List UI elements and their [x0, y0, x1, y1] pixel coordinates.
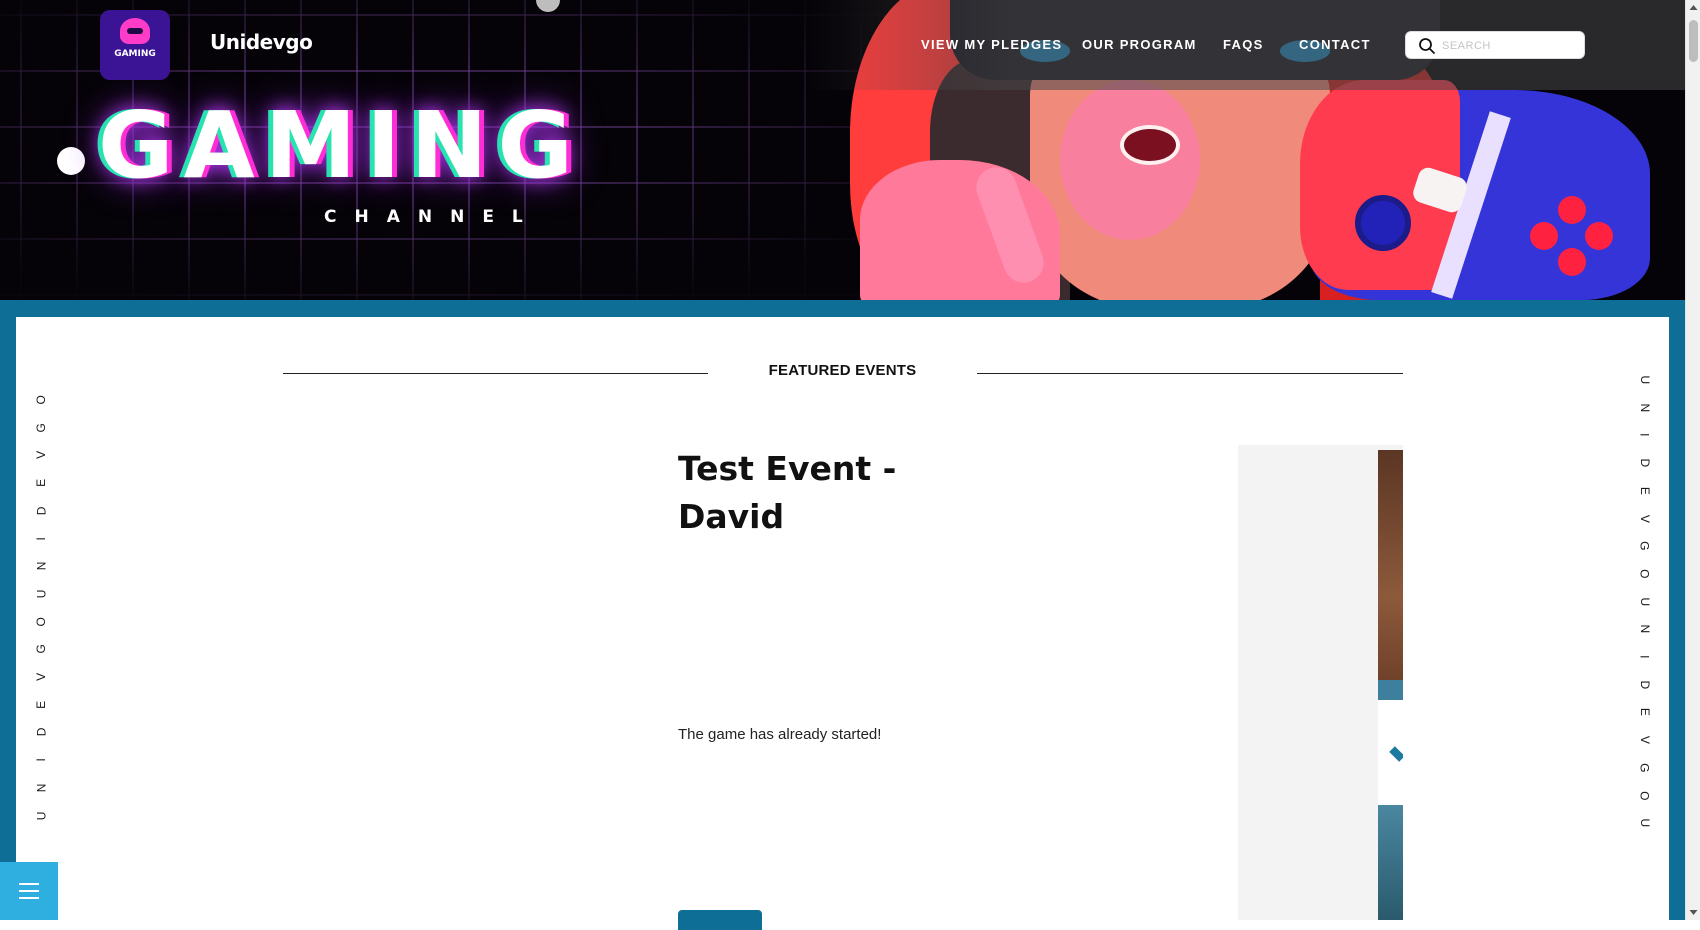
- event-action-button[interactable]: [678, 910, 762, 930]
- scroll-up-arrow-icon[interactable]: [1686, 0, 1700, 16]
- menu-toggle-button[interactable]: [0, 862, 58, 920]
- nav-faqs[interactable]: FAQS: [1223, 37, 1264, 52]
- section-divider-right: [977, 373, 1403, 374]
- search-input[interactable]: [1440, 35, 1580, 57]
- top-navigation: GAMING Unidevgo VIEW MY PLEDGES OUR PROG…: [0, 0, 1685, 90]
- page-scrollbar[interactable]: [1685, 0, 1700, 920]
- hamburger-menu-icon-bar: [19, 897, 39, 899]
- logo-text: GAMING: [114, 49, 156, 59]
- hamburger-menu-icon: [19, 883, 39, 885]
- hero-subtitle: CHANNEL: [324, 207, 541, 227]
- hero-title: GAMING: [98, 92, 584, 199]
- nav-contact[interactable]: CONTACT: [1299, 37, 1371, 52]
- event-description: The game has already started!: [678, 726, 882, 743]
- search-box[interactable]: [1405, 31, 1585, 59]
- left-vertical-brand-text: OG VE DI NU OG VE DI NU: [34, 395, 49, 820]
- scroll-down-arrow-icon[interactable]: [1686, 904, 1700, 920]
- section-divider-left: [283, 373, 708, 374]
- site-logo[interactable]: GAMING: [100, 10, 170, 80]
- brand-name-link[interactable]: Unidevgo: [210, 30, 313, 54]
- nav-view-my-pledges[interactable]: VIEW MY PLEDGES: [921, 37, 1062, 52]
- hamburger-menu-icon-bar: [19, 890, 39, 892]
- scrollbar-thumb[interactable]: [1689, 20, 1698, 62]
- featured-events-heading: FEATURED EVENTS: [768, 362, 917, 379]
- content-panel: [16, 317, 1669, 920]
- event-photo: [1378, 450, 1403, 920]
- logo-mascot-eye: [127, 28, 143, 34]
- nav-our-program[interactable]: OUR PROGRAM: [1082, 37, 1197, 52]
- search-icon[interactable]: [1418, 37, 1436, 55]
- event-title: Test Event - David: [678, 449, 897, 536]
- hero-decorative-dot: [57, 147, 85, 175]
- right-vertical-brand-text: UN ID EV GO UN ID EV GO U: [1637, 375, 1652, 828]
- hero-banner: GAMING CHANNEL GAMING Unidevgo VIEW MY P…: [0, 0, 1685, 300]
